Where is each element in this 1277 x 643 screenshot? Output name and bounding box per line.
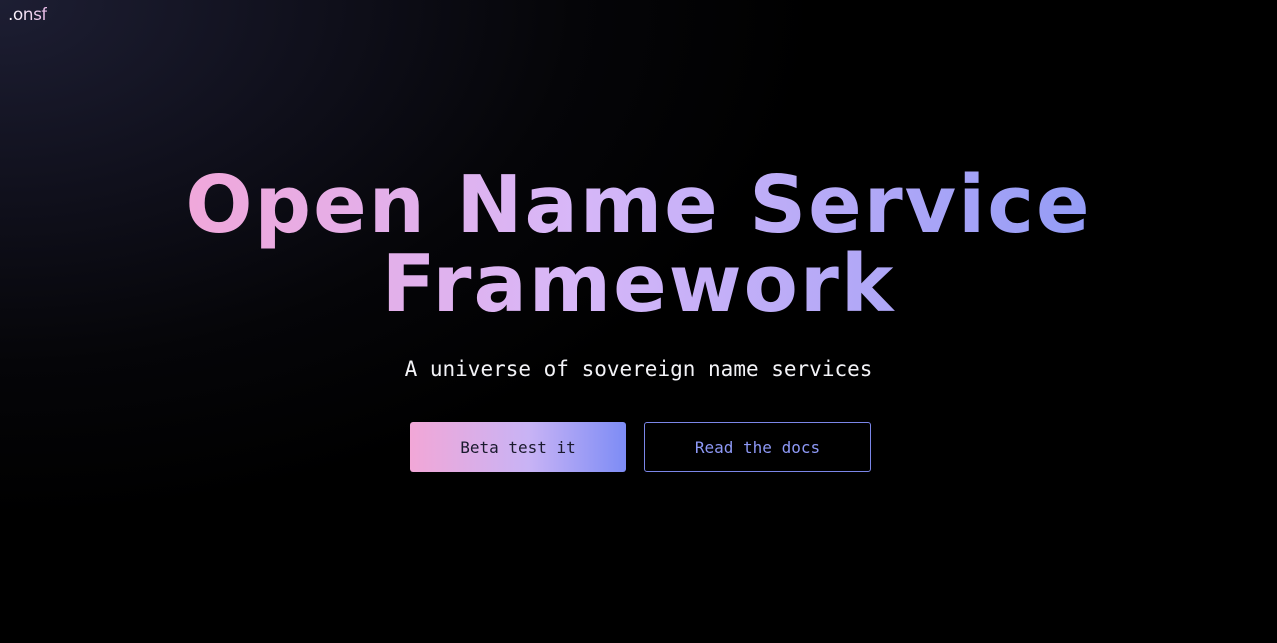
read-docs-button[interactable]: Read the docs — [644, 422, 871, 472]
hero-title-line-2: Framework — [381, 238, 896, 330]
hero-title-line-1: Open Name Service — [185, 159, 1092, 251]
hero-subtitle: A universe of sovereign name services — [404, 357, 873, 381]
read-docs-button-label: Read the docs — [694, 437, 821, 457]
beta-test-button-label: Beta test it — [460, 437, 576, 457]
beta-test-button[interactable]: Beta test it — [410, 422, 626, 472]
hero-title: Open Name Service Framework — [0, 166, 1277, 324]
logo[interactable]: .onsf — [8, 5, 47, 25]
